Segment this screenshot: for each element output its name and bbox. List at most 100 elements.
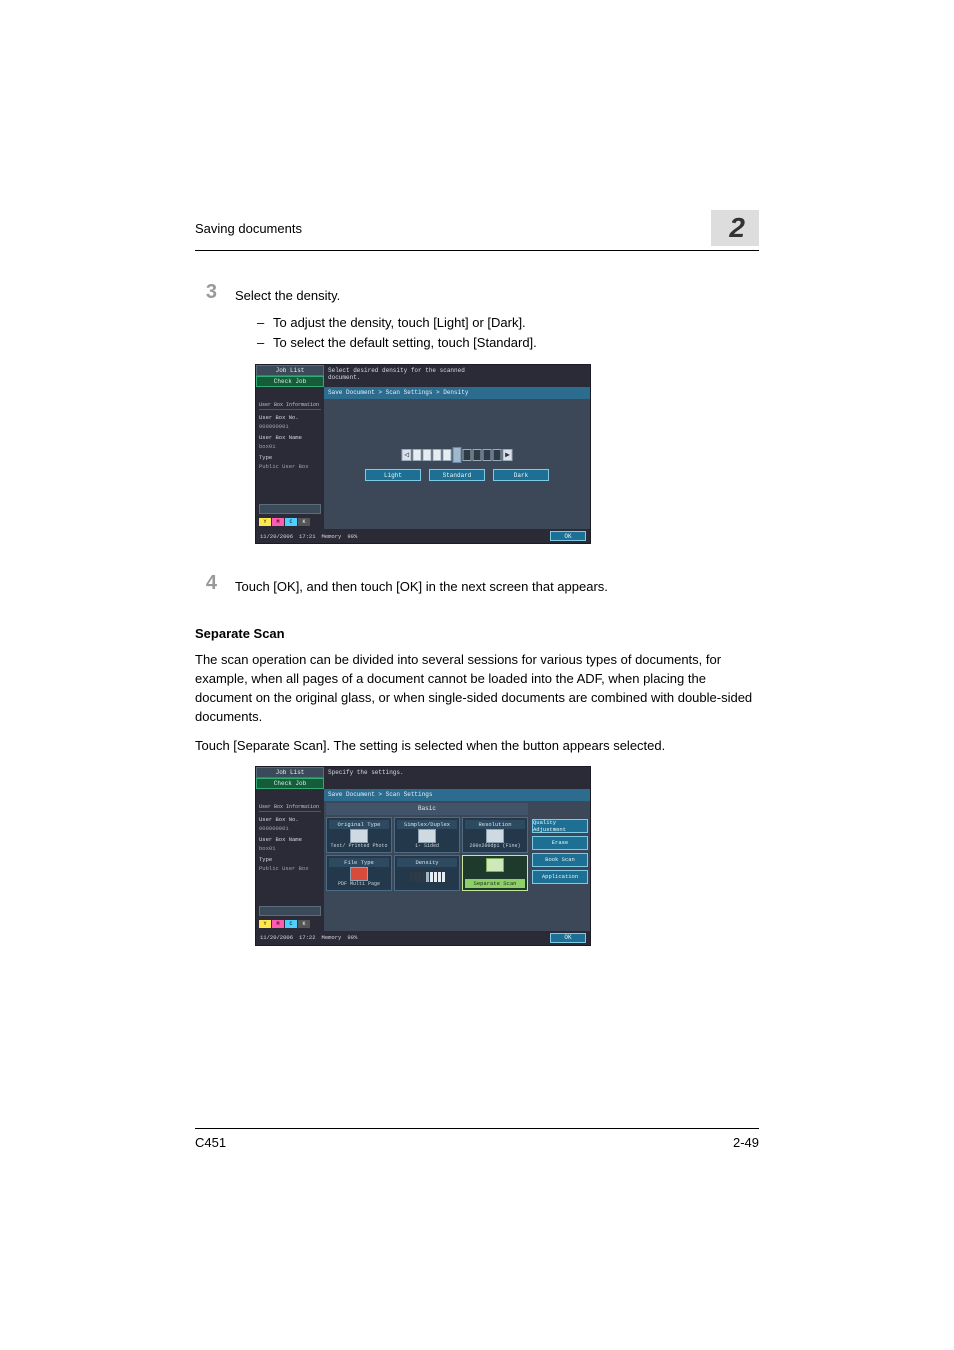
light-button[interactable]: Light (365, 469, 421, 481)
dark-button[interactable]: Dark (493, 469, 549, 481)
toner-c: C (285, 518, 297, 526)
box-no-value: 000000001 (259, 825, 321, 832)
application-tab[interactable]: Application (532, 870, 588, 884)
breadcrumb: Save Document > Scan Settings (324, 789, 590, 801)
tile-sub: 1- Sided (415, 844, 439, 850)
simplex-duplex-tile[interactable]: Simplex/Duplex 1- Sided (394, 817, 460, 853)
density-cell (423, 449, 432, 461)
separate-scan-tile[interactable]: Separate Scan (462, 855, 528, 891)
tile-title: Density (397, 858, 457, 867)
body-paragraph: The scan operation can be divided into s… (195, 651, 759, 726)
chapter-number: 2 (711, 210, 759, 246)
footer-mem-label: Memory (322, 934, 342, 941)
file-icon (259, 906, 321, 916)
original-type-tile[interactable]: Original Type Text/ Printed Photo (326, 817, 392, 853)
info-heading: User Box Information (259, 402, 321, 410)
pdf-icon (350, 867, 368, 881)
density-tile[interactable]: Density (394, 855, 460, 891)
box-name-value: box01 (259, 443, 321, 450)
info-heading: User Box Information (259, 804, 321, 812)
mfp-footer: 11/20/2006 17:21 Memory 99% OK (256, 529, 590, 543)
box-name-label: User Box Name (259, 434, 321, 441)
tile-title: Simplex/Duplex (397, 820, 457, 829)
tile-sub: Text/ Printed Photo (330, 844, 387, 850)
job-list-tab[interactable]: Job List (256, 767, 324, 778)
density-indicator (453, 447, 462, 463)
job-list-tab[interactable]: Job List (256, 365, 324, 376)
type-label: Type (259, 856, 321, 863)
erase-tab[interactable]: Erase (532, 836, 588, 850)
density-main-area: ◁ ▶ Light Standard Dark (324, 399, 590, 529)
side-tab-list: Quality Adjustment Erase Book Scan Appli… (532, 819, 588, 884)
density-right-arrow[interactable]: ▶ (503, 449, 513, 461)
type-value: Public User Box (259, 865, 321, 872)
footer-time: 17:22 (299, 934, 316, 941)
instruction-text: Select desired density for the scanned d… (324, 365, 590, 387)
toner-indicator: Y M C K (259, 516, 321, 526)
quality-adjustment-tab[interactable]: Quality Adjustment (532, 819, 588, 833)
mfp-basic-screen: Job List Check Job Specify the settings.… (255, 766, 591, 946)
step-3: 3 Select the density. (195, 281, 759, 305)
step-4: 4 Touch [OK], and then touch [OK] in the… (195, 572, 759, 596)
file-icon (259, 504, 321, 514)
tile-title: Resolution (465, 820, 525, 829)
toner-y: Y (259, 920, 271, 928)
toner-indicator: Y M C K (259, 918, 321, 928)
density-slider: ◁ ▶ (402, 447, 513, 463)
density-cell (473, 449, 482, 461)
mfp-footer: 11/20/2006 17:22 Memory 99% OK (256, 931, 590, 945)
toner-m: M (272, 920, 284, 928)
resolution-icon (486, 829, 504, 843)
side-info-panel: User Box Information User Box No. 000000… (256, 801, 324, 931)
book-scan-tab[interactable]: Book Scan (532, 853, 588, 867)
standard-button[interactable]: Standard (429, 469, 485, 481)
mfp-density-screen: Job List Check Job Select desired densit… (255, 364, 591, 544)
type-value: Public User Box (259, 463, 321, 470)
density-cell (493, 449, 502, 461)
file-type-tile[interactable]: File Type PDF Multi Page (326, 855, 392, 891)
step-3-bullets: To adjust the density, touch [Light] or … (195, 313, 759, 352)
tile-title: Separate Scan (465, 879, 525, 888)
resolution-tile[interactable]: Resolution 200x200dpi (Fine) (462, 817, 528, 853)
page-header: Saving documents 2 (195, 210, 759, 251)
toner-k: K (298, 518, 310, 526)
basic-tab-label: Basic (326, 803, 528, 815)
toner-c: C (285, 920, 297, 928)
density-cell (443, 449, 452, 461)
footer-mem-label: Memory (322, 533, 342, 540)
density-cell (483, 449, 492, 461)
box-no-value: 000000001 (259, 423, 321, 430)
step-text: Select the density. (235, 281, 340, 305)
density-mini-icon (410, 872, 445, 882)
step-number: 4 (195, 572, 235, 596)
check-job-tab[interactable]: Check Job (256, 778, 324, 789)
ok-button[interactable]: OK (550, 933, 586, 943)
footer-page: 2-49 (733, 1135, 759, 1150)
tile-sub: 200x200dpi (Fine) (469, 844, 520, 850)
instruction-text: Specify the settings. (324, 767, 590, 789)
ok-button[interactable]: OK (550, 531, 586, 541)
density-cell (433, 449, 442, 461)
footer-model: C451 (195, 1135, 226, 1150)
original-type-icon (350, 829, 368, 843)
type-label: Type (259, 454, 321, 461)
toner-k: K (298, 920, 310, 928)
body-paragraph: Touch [Separate Scan]. The setting is se… (195, 737, 759, 756)
step-text: Touch [OK], and then touch [OK] in the n… (235, 572, 608, 596)
check-job-tab[interactable]: Check Job (256, 376, 324, 387)
toner-y: Y (259, 518, 271, 526)
separate-scan-heading: Separate Scan (195, 626, 759, 641)
breadcrumb: Save Document > Scan Settings > Density (324, 387, 590, 399)
footer-mem-value: 99% (347, 533, 357, 540)
separate-scan-icon (486, 858, 504, 872)
box-no-label: User Box No. (259, 816, 321, 823)
section-title: Saving documents (195, 221, 302, 236)
box-no-label: User Box No. (259, 414, 321, 421)
tile-title: File Type (329, 858, 389, 867)
bullet-item: To select the default setting, touch [St… (257, 333, 759, 353)
density-cell (463, 449, 472, 461)
footer-date: 11/20/2006 (260, 934, 293, 941)
step-number: 3 (195, 281, 235, 305)
density-cell (413, 449, 422, 461)
density-left-arrow[interactable]: ◁ (402, 449, 412, 461)
